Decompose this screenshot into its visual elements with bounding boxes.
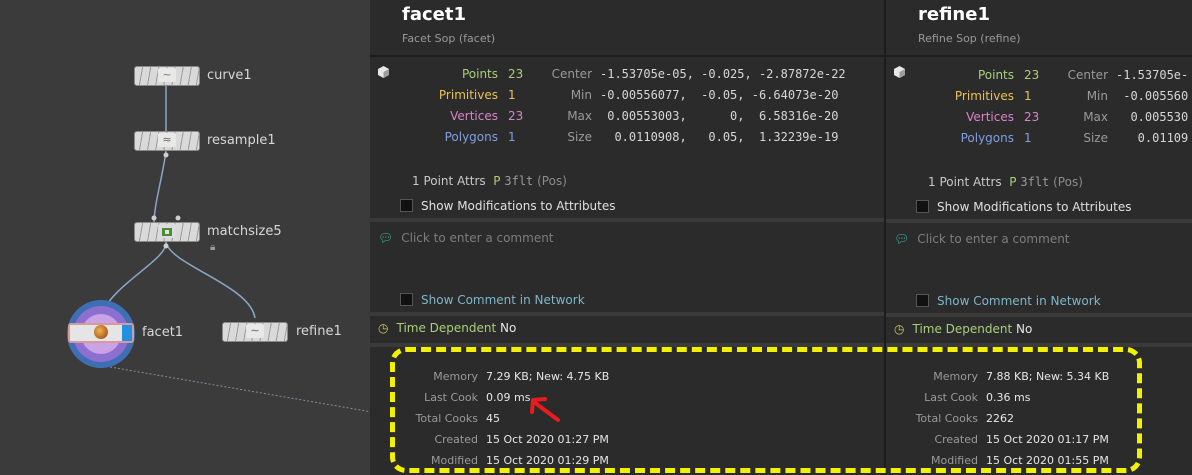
comment-field[interactable]: 💬︎ Click to enter a comment — [894, 232, 1070, 246]
time-dependent-label: Time Dependent — [396, 321, 497, 335]
points-value: 23 — [508, 67, 524, 81]
primitives-label: Primitives — [954, 89, 1014, 103]
header-divider — [886, 55, 1192, 57]
refine-icon: ∼ — [246, 324, 264, 338]
comment-placeholder: Click to enter a comment — [917, 232, 1070, 246]
geometry-cube-icon — [894, 66, 905, 78]
checkbox[interactable] — [400, 199, 413, 212]
min-value: -0.005560 — [1116, 89, 1189, 103]
show-comment-checkbox[interactable]: Show Comment in Network — [916, 294, 1101, 308]
time-dependent-row: ◷ Time Dependent No — [894, 322, 1032, 336]
node-label: refine1 — [296, 324, 342, 339]
node-label: facet1 — [142, 325, 184, 340]
checkbox[interactable] — [916, 294, 929, 307]
point-attrs-row: 1 Point Attrs P 3flt (Pos) — [412, 174, 567, 188]
vertices-value: 23 — [1024, 110, 1040, 124]
comment-bubble-icon: 💬︎ — [378, 231, 394, 245]
attr-name: (Pos) — [537, 174, 567, 188]
panel-subtitle: Refine Sop (refine) — [918, 32, 1021, 45]
attr-type: 3flt — [1020, 175, 1050, 189]
size-value: 0.0110908, 0.05, 1.32239e-19 — [600, 130, 839, 144]
point-attrs-row: 1 Point Attrs P 3flt (Pos) — [928, 175, 1083, 189]
center-label: Center — [551, 67, 592, 81]
time-dependent-value: No — [500, 321, 517, 335]
section-divider — [886, 313, 1192, 317]
time-dependent-label: Time Dependent — [912, 322, 1013, 336]
primitives-value: 1 — [1024, 89, 1032, 103]
comment-field[interactable]: 💬︎ Click to enter a comment — [378, 231, 554, 245]
time-dependent-value: No — [1016, 322, 1033, 336]
max-label: Max — [1083, 110, 1108, 124]
min-value: -0.00556077, -0.05, -6.64073e-20 — [600, 88, 839, 102]
polygons-label: Polygons — [960, 131, 1014, 145]
polygons-label: Polygons — [444, 130, 498, 144]
points-label: Points — [461, 67, 498, 81]
red-arrow-annotation — [530, 397, 560, 422]
attrs-count: 1 Point Attrs — [928, 175, 1002, 189]
center-label: Center — [1067, 68, 1108, 82]
geometry-cube-icon — [378, 66, 389, 78]
min-label: Min — [570, 88, 592, 102]
vertices-label: Vertices — [450, 109, 498, 123]
highlight-dashed-box — [390, 347, 1142, 473]
attr-p: P — [493, 174, 501, 188]
size-label: Size — [1083, 131, 1108, 145]
primitives-value: 1 — [508, 88, 516, 102]
attr-type: 3flt — [504, 174, 534, 188]
panel-title: refine1 — [918, 4, 990, 25]
section-divider — [370, 312, 884, 316]
primitives-label: Primitives — [438, 88, 498, 102]
polygons-value: 1 — [508, 130, 516, 144]
facet-icon — [94, 325, 108, 339]
attr-name: (Pos) — [1053, 175, 1083, 189]
center-value: -1.53705e-05, -0.025, -2.87872e-22 — [600, 67, 846, 81]
max-value: 0.00553003, 0, 6.58316e-20 — [600, 109, 839, 123]
show-mods-checkbox[interactable]: Show Modifications to Attributes — [400, 199, 616, 213]
show-mods-label: Show Modifications to Attributes — [937, 200, 1132, 214]
clock-icon: ◷ — [894, 322, 905, 336]
comment-placeholder: Click to enter a comment — [401, 231, 554, 245]
vertices-label: Vertices — [966, 110, 1014, 124]
checkbox[interactable] — [916, 200, 929, 213]
show-comment-label: Show Comment in Network — [937, 294, 1101, 308]
display-flag[interactable] — [122, 325, 132, 341]
panel-title: facet1 — [402, 4, 466, 25]
comment-bubble-icon: 💬︎ — [894, 232, 910, 246]
section-divider — [370, 218, 884, 222]
network-view[interactable]: ~ curve1 ≈ resample1 matchsize5 🔒︎ facet… — [0, 0, 370, 475]
clock-icon: ◷ — [378, 321, 389, 335]
polygons-value: 1 — [1024, 131, 1032, 145]
attr-p: P — [1009, 175, 1017, 189]
node-connectors — [151, 152, 181, 249]
points-value: 23 — [1024, 68, 1040, 82]
vertices-value: 23 — [508, 109, 524, 123]
show-mods-checkbox[interactable]: Show Modifications to Attributes — [916, 200, 1132, 214]
header-divider — [370, 55, 884, 57]
show-mods-label: Show Modifications to Attributes — [421, 199, 616, 213]
panel-subtitle: Facet Sop (facet) — [402, 32, 496, 45]
size-label: Size — [567, 130, 592, 144]
node-facet1[interactable]: facet1 — [66, 299, 183, 369]
section-divider — [886, 219, 1192, 223]
show-comment-checkbox[interactable]: Show Comment in Network — [400, 293, 585, 307]
time-dependent-row: ◷ Time Dependent No — [378, 321, 516, 335]
checkbox[interactable] — [400, 293, 413, 306]
max-value: 0.005530 — [1116, 110, 1189, 124]
points-label: Points — [977, 68, 1014, 82]
center-value: -1.53705e- — [1116, 68, 1189, 82]
size-value: 0.01109 — [1116, 131, 1189, 145]
attrs-count: 1 Point Attrs — [412, 174, 486, 188]
max-label: Max — [567, 109, 592, 123]
min-label: Min — [1086, 89, 1108, 103]
show-comment-label: Show Comment in Network — [421, 293, 585, 307]
